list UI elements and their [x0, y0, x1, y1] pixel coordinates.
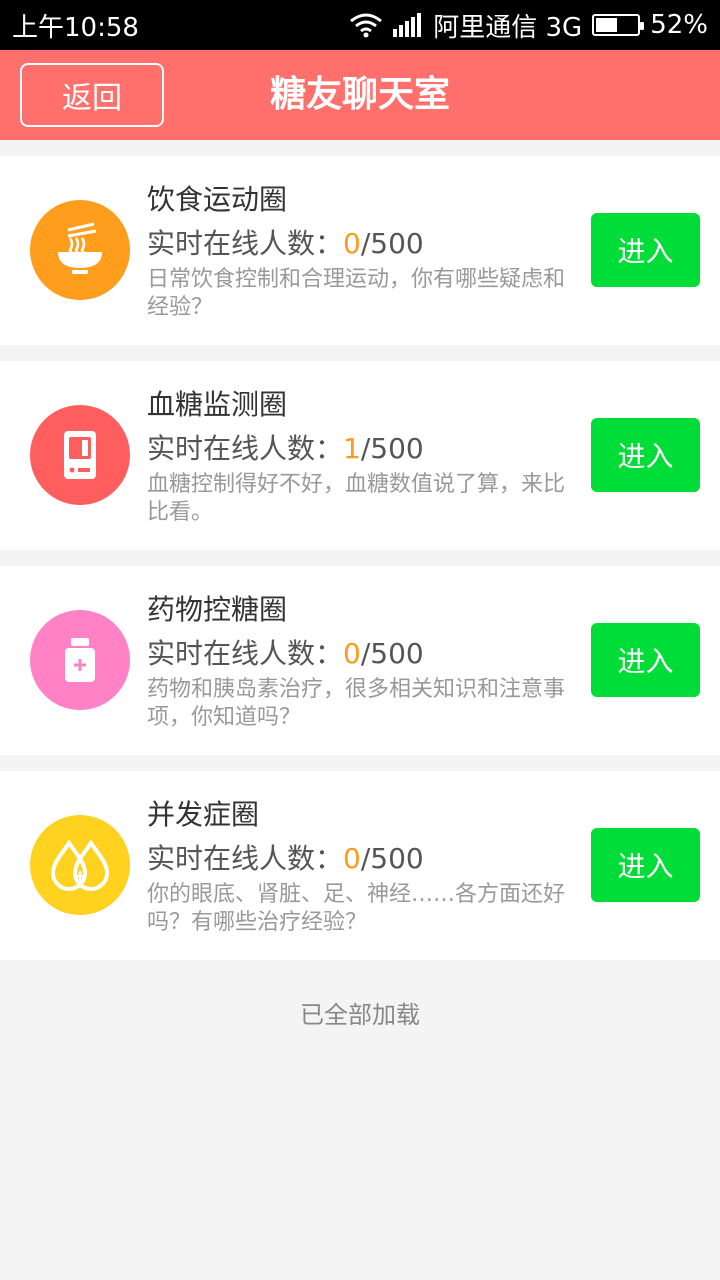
circle-card-medicine: 药物控糖圈 实时在线人数：0/500 药物和胰岛素治疗，很多相关知识和注意事项，… — [0, 566, 720, 755]
online-label: 实时在线人数： — [147, 227, 344, 260]
nav-bar: 返回 糖友聊天室 — [0, 50, 720, 140]
online-label: 实时在线人数： — [147, 637, 344, 670]
signal-icon — [393, 13, 423, 37]
battery-percent: 52% — [650, 10, 708, 40]
online-label: 实时在线人数： — [147, 432, 344, 465]
online-max: /500 — [360, 637, 424, 670]
enter-button[interactable]: 进入 — [591, 828, 700, 902]
circle-title: 饮食运动圈 — [147, 183, 288, 216]
online-current: 0 — [343, 637, 361, 670]
circle-card-diet: 饮食运动圈 实时在线人数：0/500 日常饮食控制和合理运动，你有哪些疑虑和经验… — [0, 156, 720, 345]
circle-description: 你的眼底、肾脏、足、神经……各方面还好吗？有哪些治疗经验？ — [147, 882, 566, 935]
online-max: /500 — [360, 432, 424, 465]
circle-title: 血糖监测圈 — [147, 388, 288, 421]
status-bar: 上午10:58 阿里通信 3G 52% — [0, 0, 720, 50]
wifi-icon — [349, 12, 383, 38]
online-max: /500 — [360, 227, 424, 260]
back-button[interactable]: 返回 — [20, 63, 164, 127]
enter-button[interactable]: 进入 — [591, 623, 700, 697]
enter-button[interactable]: 进入 — [591, 418, 700, 492]
online-max: /500 — [360, 842, 424, 875]
online-count: 实时在线人数：1/500 — [147, 427, 424, 467]
online-count: 实时在线人数：0/500 — [147, 837, 424, 877]
noodle-bowl-icon — [30, 200, 130, 300]
glucose-meter-icon — [30, 405, 130, 505]
circle-list: 饮食运动圈 实时在线人数：0/500 日常饮食控制和合理运动，你有哪些疑虑和经验… — [0, 156, 720, 976]
circle-description: 日常饮食控制和合理运动，你有哪些疑虑和经验？ — [147, 267, 566, 320]
online-label: 实时在线人数： — [147, 842, 344, 875]
circle-description: 血糖控制得好不好，血糖数值说了算，来比比看。 — [147, 472, 566, 525]
online-count: 实时在线人数：0/500 — [147, 222, 424, 262]
circle-card-glucose: 血糖监测圈 实时在线人数：1/500 血糖控制得好不好，血糖数值说了算，来比比看… — [0, 361, 720, 550]
circle-card-complication: 并发症圈 实时在线人数：0/500 你的眼底、肾脏、足、神经……各方面还好吗？有… — [0, 771, 720, 960]
online-count: 实时在线人数：0/500 — [147, 632, 424, 672]
circle-title: 药物控糖圈 — [147, 593, 288, 626]
battery-icon — [592, 14, 645, 36]
online-current: 0 — [343, 227, 361, 260]
carrier-label: 阿里通信 3G — [433, 12, 583, 43]
status-time: 上午10:58 — [12, 12, 139, 43]
circle-description: 药物和胰岛素治疗，很多相关知识和注意事项，你知道吗？ — [147, 677, 566, 730]
load-complete-text: 已全部加载 — [300, 1001, 420, 1029]
enter-button[interactable]: 进入 — [591, 213, 700, 287]
online-current: 1 — [343, 432, 361, 465]
circle-title: 并发症圈 — [147, 798, 260, 831]
medicine-bottle-icon — [30, 610, 130, 710]
blood-drops-icon — [30, 815, 130, 915]
online-current: 0 — [343, 842, 361, 875]
